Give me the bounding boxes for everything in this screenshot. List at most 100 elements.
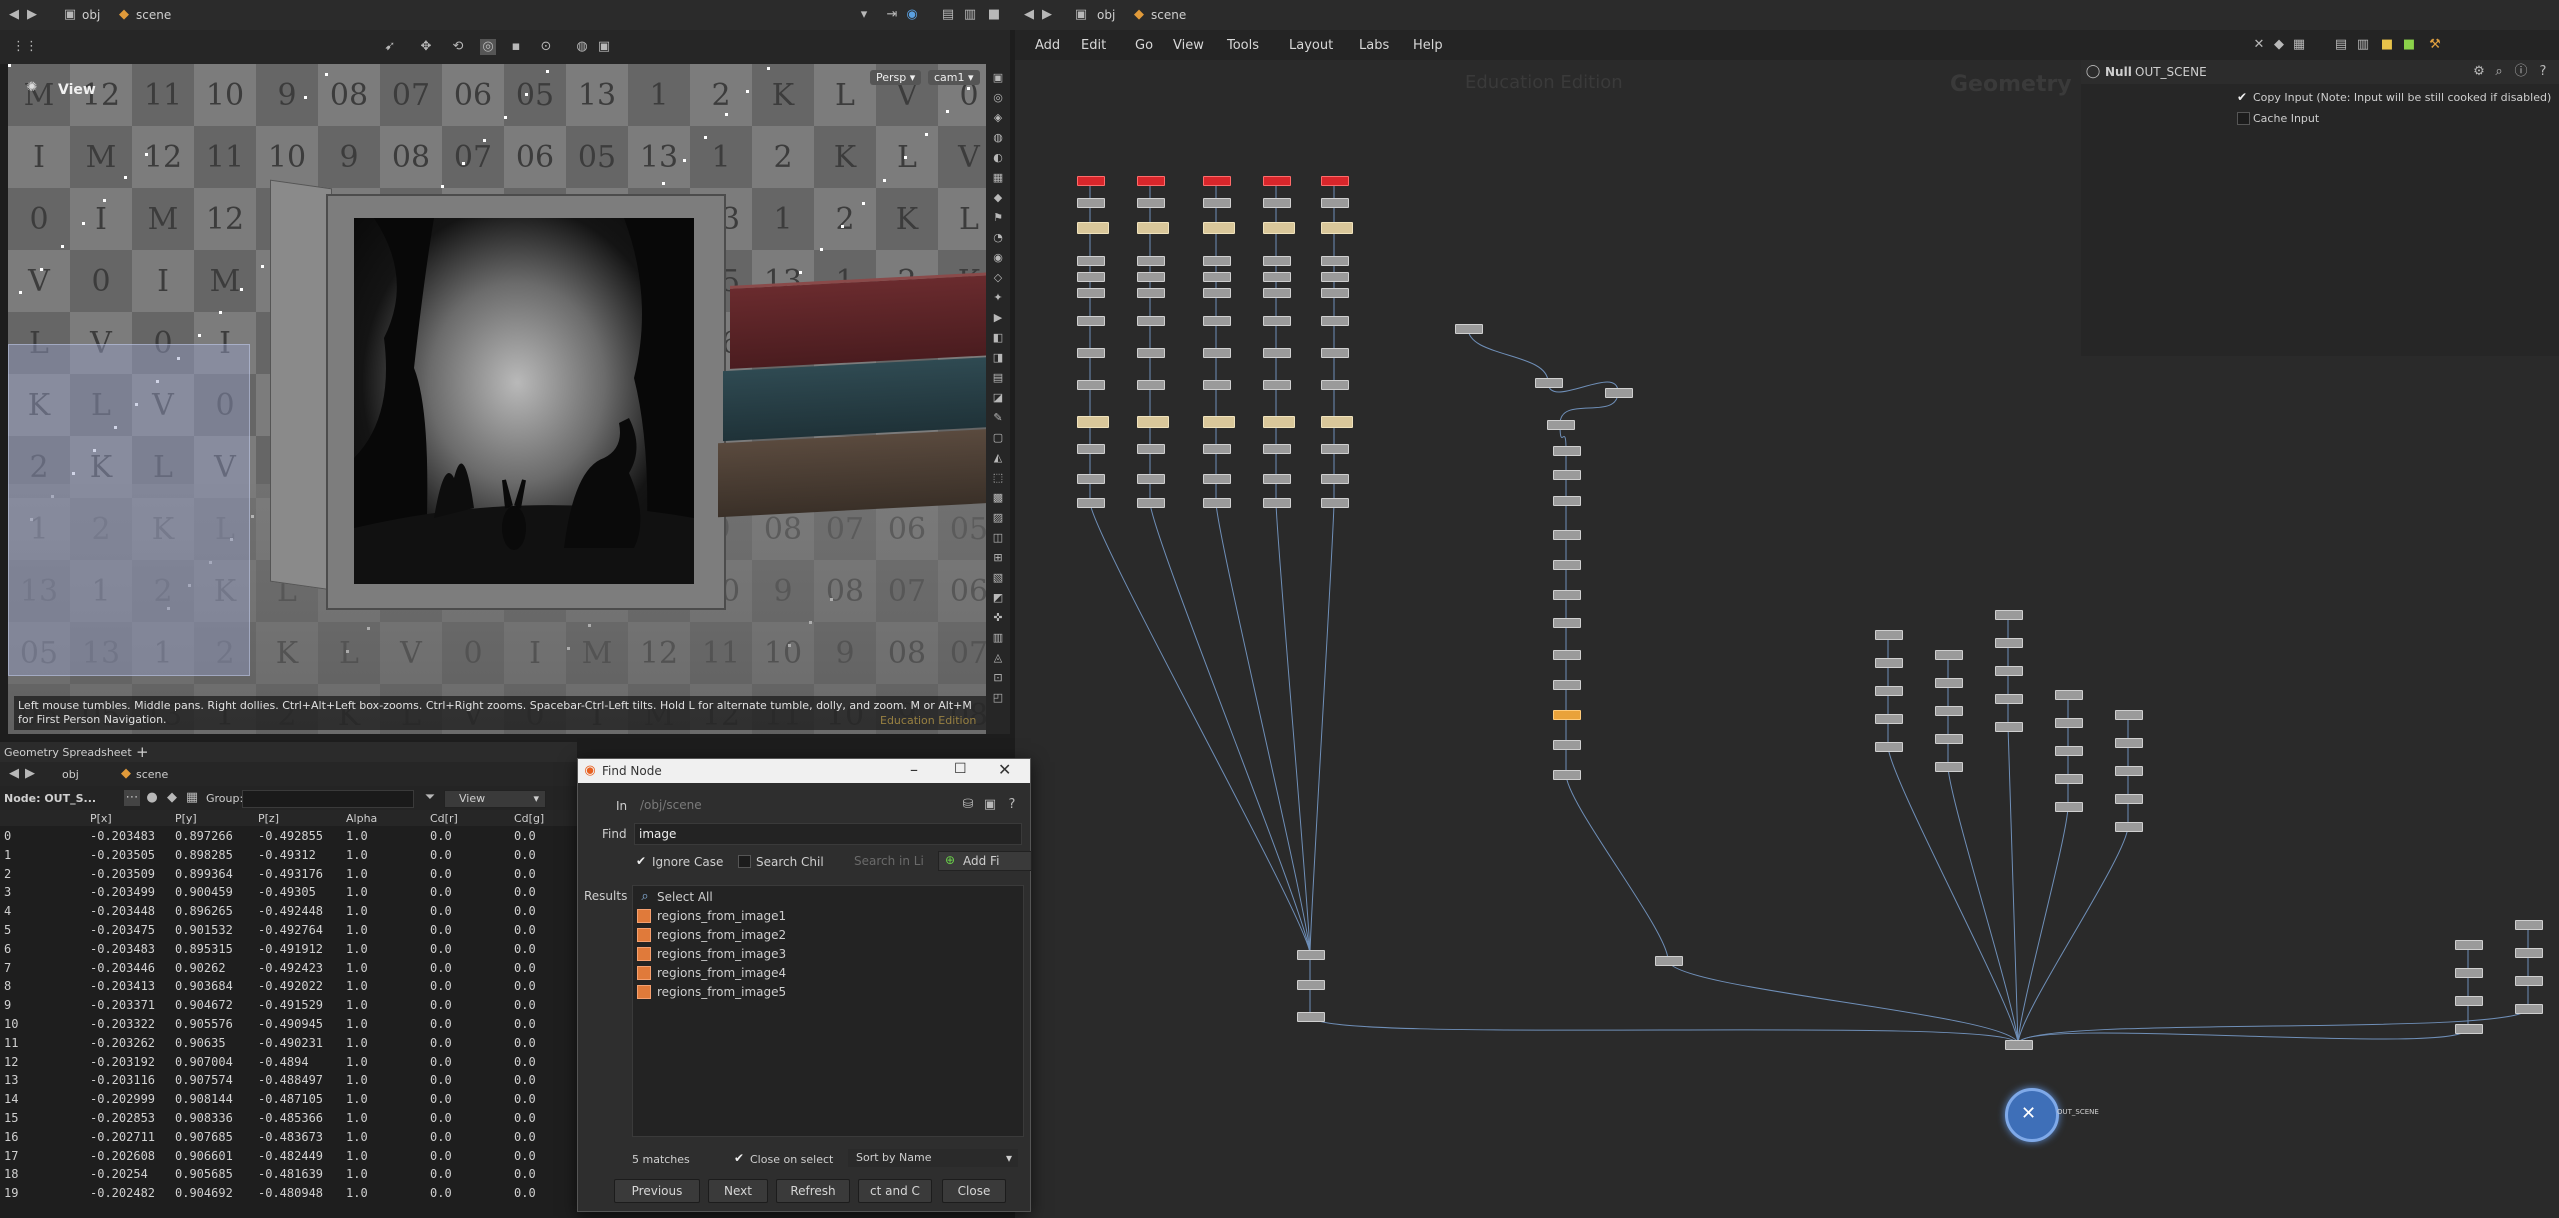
snap-icon[interactable]: ◆ xyxy=(2271,37,2287,53)
path-current[interactable]: scene xyxy=(1151,8,1186,22)
viewport-tool-icon[interactable]: ✦ xyxy=(990,290,1006,306)
network-node[interactable] xyxy=(1321,348,1349,358)
close-window-button[interactable]: ✕ xyxy=(998,760,1011,779)
back-arrow-icon[interactable]: ◀ xyxy=(6,766,22,782)
network-node[interactable] xyxy=(1077,498,1105,508)
maximize-button[interactable]: ☐ xyxy=(954,761,967,777)
tool-icon[interactable]: ▤ xyxy=(940,7,956,23)
column-header[interactable]: P[y] xyxy=(175,812,197,825)
viewport-tool-icon[interactable]: ▶ xyxy=(990,310,1006,326)
network-node[interactable] xyxy=(2455,996,2483,1006)
grid-icon[interactable]: ▦ xyxy=(2291,37,2307,53)
pin-icon[interactable]: ⇥ xyxy=(884,7,900,23)
network-node[interactable] xyxy=(1263,288,1291,298)
network-node[interactable] xyxy=(1321,272,1349,282)
network-node[interactable] xyxy=(1875,630,1903,640)
group-field[interactable] xyxy=(242,790,414,808)
network-node[interactable] xyxy=(1605,388,1633,398)
menu-edit[interactable]: Edit xyxy=(1081,38,1106,53)
network-node[interactable] xyxy=(2515,976,2543,986)
network-node[interactable] xyxy=(1263,416,1295,428)
handle-icon[interactable]: ⊙ xyxy=(538,39,554,55)
network-node[interactable] xyxy=(1553,650,1581,660)
network-node[interactable] xyxy=(1137,380,1165,390)
network-node[interactable] xyxy=(1935,678,1963,688)
network-node[interactable] xyxy=(1553,590,1581,600)
viewport-tool-icon[interactable]: ◬ xyxy=(990,650,1006,666)
network-node[interactable] xyxy=(1077,222,1109,234)
network-node[interactable] xyxy=(1263,198,1291,208)
network-node[interactable] xyxy=(1137,198,1165,208)
tool-icon[interactable]: ▥ xyxy=(962,7,978,23)
path-current[interactable]: scene xyxy=(136,8,171,22)
menu-help[interactable]: Help xyxy=(1413,38,1443,53)
network-node[interactable] xyxy=(1263,316,1291,326)
search-children-checkbox[interactable] xyxy=(738,855,751,868)
network-node[interactable] xyxy=(1321,222,1353,234)
view-tool-icon[interactable]: ◎ xyxy=(480,39,496,55)
network-node[interactable] xyxy=(1321,316,1349,326)
path-root[interactable]: obj xyxy=(82,8,100,22)
network-node[interactable] xyxy=(1077,198,1105,208)
network-node[interactable] xyxy=(1875,714,1903,724)
network-node[interactable] xyxy=(1137,176,1165,186)
network-node[interactable] xyxy=(1203,498,1231,508)
viewport-tool-icon[interactable]: ◈ xyxy=(990,110,1006,126)
network-node[interactable] xyxy=(1935,762,1963,772)
network-node[interactable] xyxy=(1137,416,1169,428)
network-node[interactable] xyxy=(2115,822,2143,832)
network-node[interactable] xyxy=(1137,474,1165,484)
menu-view[interactable]: View xyxy=(1173,38,1204,53)
result-item[interactable]: regions_from_image1 xyxy=(637,908,1017,925)
refresh-button[interactable]: Refresh xyxy=(776,1179,850,1203)
network-node[interactable] xyxy=(1077,176,1105,186)
network-node[interactable] xyxy=(1077,380,1105,390)
viewport-tool-icon[interactable]: ⬚ xyxy=(990,470,1006,486)
snap-icon[interactable]: ▪ xyxy=(508,39,524,55)
network-node[interactable] xyxy=(1203,348,1231,358)
viewport-tool-icon[interactable]: ▩ xyxy=(990,490,1006,506)
sort-dropdown[interactable]: Sort by Name ▾ xyxy=(848,1149,1018,1167)
network-node[interactable] xyxy=(1321,416,1353,428)
viewport-tool-icon[interactable]: ◍ xyxy=(990,130,1006,146)
network-node[interactable] xyxy=(1263,272,1291,282)
network-node[interactable] xyxy=(1297,950,1325,960)
camera-icon[interactable]: ◍ xyxy=(574,39,590,55)
column-header[interactable]: P[x] xyxy=(90,812,112,825)
note-icon[interactable]: ■ xyxy=(2379,37,2395,53)
column-header[interactable]: P[z] xyxy=(258,812,279,825)
back-arrow-icon[interactable]: ◀ xyxy=(6,7,22,23)
network-node[interactable] xyxy=(1553,618,1581,628)
network-node[interactable] xyxy=(1297,1012,1325,1022)
menu-add[interactable]: Add xyxy=(1035,38,1060,53)
network-node[interactable] xyxy=(1321,198,1349,208)
viewport-tool-icon[interactable]: ◧ xyxy=(990,330,1006,346)
network-node[interactable] xyxy=(2515,920,2543,930)
network-node[interactable] xyxy=(1203,416,1235,428)
network-node[interactable] xyxy=(2455,1024,2483,1034)
render-icon[interactable]: ▣ xyxy=(596,39,612,55)
add-tab-icon[interactable]: + xyxy=(136,743,149,761)
network-node[interactable] xyxy=(1321,474,1349,484)
chevron-down-icon[interactable]: ▾ xyxy=(856,7,872,23)
network-node[interactable] xyxy=(2115,794,2143,804)
network-node[interactable] xyxy=(1553,530,1581,540)
network-node[interactable] xyxy=(1553,470,1581,480)
points-icon[interactable]: ⋯ xyxy=(124,790,140,806)
wrench-icon[interactable]: ✕ xyxy=(2251,37,2267,53)
viewport-tool-icon[interactable]: ▢ xyxy=(990,430,1006,446)
network-node[interactable] xyxy=(1203,176,1231,186)
network-node[interactable] xyxy=(1203,288,1231,298)
result-item[interactable]: regions_from_image2 xyxy=(637,927,1017,944)
network-node[interactable] xyxy=(1553,710,1581,720)
network-node[interactable] xyxy=(1995,694,2023,704)
viewport-tool-icon[interactable]: ▧ xyxy=(990,570,1006,586)
viewport-tool-icon[interactable]: ◐ xyxy=(990,150,1006,166)
network-node[interactable] xyxy=(2055,774,2083,784)
rotate-tool-icon[interactable]: ⟲ xyxy=(450,39,466,55)
result-item[interactable]: regions_from_image5 xyxy=(637,984,1017,1001)
network-node[interactable] xyxy=(1203,222,1235,234)
network-node[interactable] xyxy=(1875,658,1903,668)
network-node[interactable] xyxy=(1553,680,1581,690)
network-node[interactable] xyxy=(2515,1004,2543,1014)
